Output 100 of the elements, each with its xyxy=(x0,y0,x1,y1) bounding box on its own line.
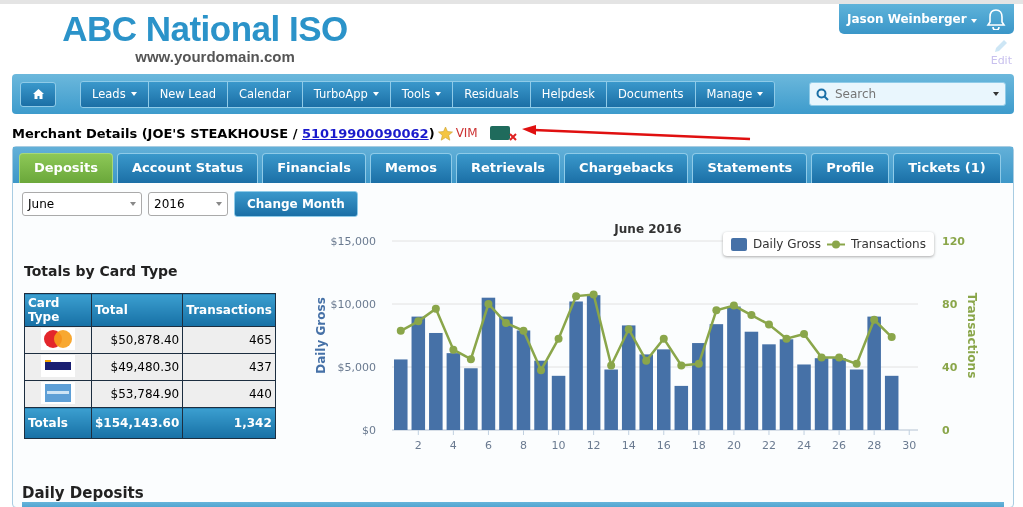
chart-bar xyxy=(674,385,689,430)
x-axis-label: 8 xyxy=(520,439,527,452)
data-point xyxy=(554,334,563,343)
vim-label: VIM xyxy=(455,126,478,140)
nav-menu-item[interactable]: TurboApp xyxy=(301,81,390,107)
data-point xyxy=(800,329,809,338)
y2-axis-label: 80 xyxy=(942,298,958,311)
table-cell: $50,878.40 xyxy=(91,326,183,354)
merchant-id-link[interactable]: 51019900090062 xyxy=(302,125,429,141)
nav-menu-item[interactable]: New Lead xyxy=(147,81,227,107)
data-point xyxy=(431,304,440,313)
data-point xyxy=(677,361,686,370)
legend-label: Transactions xyxy=(851,237,926,251)
data-point xyxy=(764,320,773,329)
column-header: Transactions xyxy=(182,293,276,327)
tab[interactable]: Tickets (1) xyxy=(893,153,1001,183)
x-axis-label: 4 xyxy=(449,439,457,452)
caret-icon xyxy=(993,92,999,96)
year-select[interactable]: 2016 xyxy=(148,192,228,216)
data-point xyxy=(782,334,791,343)
data-point xyxy=(694,359,703,368)
tab[interactable]: Financials xyxy=(262,153,366,183)
chart-bar xyxy=(464,368,478,430)
x-axis-label: 6 xyxy=(484,439,492,452)
nav-menu-item[interactable]: Manage xyxy=(694,81,775,107)
chart-bar xyxy=(394,359,408,430)
bell-icon xyxy=(986,8,1006,30)
nav-menu-item[interactable]: Calendar xyxy=(227,81,302,107)
x-axis-label: 18 xyxy=(691,439,706,452)
logo: ABC National ISO xyxy=(62,10,348,48)
user-menu[interactable]: Jason Weinberger xyxy=(839,4,1014,34)
data-point xyxy=(589,290,598,299)
y-axis-title: Daily Gross xyxy=(314,297,328,374)
y-axis-label: $0 xyxy=(362,424,376,437)
x-axis-label: 12 xyxy=(586,439,601,452)
mastercard-icon xyxy=(41,327,75,350)
home-icon xyxy=(32,89,44,99)
chart-bar xyxy=(814,358,829,430)
y2-axis-label: 40 xyxy=(942,361,958,374)
legend-label: Daily Gross xyxy=(753,237,821,251)
data-point xyxy=(449,345,458,354)
y2-axis-label: 0 xyxy=(942,424,950,437)
data-point xyxy=(396,326,405,335)
x-axis-label: 2 xyxy=(414,439,422,452)
tab[interactable]: Chargebacks xyxy=(564,153,689,183)
page-title: Merchant Details (JOE'S STEAKHOUSE / 51019900090062) xyxy=(12,125,435,141)
data-point xyxy=(414,317,423,326)
x-axis-label: 10 xyxy=(551,439,566,452)
change-month-button[interactable]: Change Month xyxy=(234,191,358,217)
tab[interactable]: Memos xyxy=(369,153,452,183)
data-point xyxy=(484,300,493,308)
nav-menu-item[interactable]: Residuals xyxy=(452,81,530,107)
chart-bar xyxy=(551,375,566,430)
data-point xyxy=(729,301,738,310)
data-point xyxy=(712,306,721,315)
amex-card-icon xyxy=(41,381,75,404)
totals-cell: Totals xyxy=(24,407,92,439)
data-point xyxy=(537,366,546,375)
x-axis-label: 22 xyxy=(761,439,776,452)
visa-card-icon xyxy=(41,354,75,377)
domain-text: www.yourdomain.com xyxy=(135,48,295,65)
tab[interactable]: Profile xyxy=(811,153,890,183)
nav-menu-item[interactable]: Documents xyxy=(606,81,695,107)
tab[interactable]: Retrievals xyxy=(455,153,561,183)
data-point xyxy=(624,325,633,334)
x-axis-label: 14 xyxy=(621,439,636,452)
y2-axis-title: Transactions xyxy=(965,292,979,379)
column-header: Total xyxy=(91,293,183,327)
section-title: Totals by Card Type xyxy=(24,263,179,279)
nav-menu-item[interactable]: Helpdesk xyxy=(529,81,606,107)
tab[interactable]: Statements xyxy=(692,153,808,183)
nav-menu-item[interactable]: Tools xyxy=(389,81,453,107)
table-cell: $53,784.90 xyxy=(91,380,183,408)
table-cell: $49,480.30 xyxy=(91,353,183,381)
month-select[interactable]: June xyxy=(22,192,142,216)
pencil-icon xyxy=(993,38,1010,54)
x-axis-label: 26 xyxy=(832,439,847,452)
tab[interactable]: Deposits xyxy=(19,153,113,183)
table-cell: 465 xyxy=(182,326,276,354)
compliance-status-icon xyxy=(488,124,519,142)
column-header: Card Type xyxy=(24,293,92,327)
chart-bar xyxy=(849,369,864,430)
nav-menu-item[interactable]: Leads xyxy=(81,81,148,107)
data-point xyxy=(501,318,510,327)
data-point xyxy=(607,361,616,370)
home-button[interactable] xyxy=(20,81,56,107)
x-axis-label: 16 xyxy=(656,439,671,452)
x-axis-label: 30 xyxy=(902,439,917,452)
search-field[interactable]: Search xyxy=(809,82,1006,106)
y-axis-label: $10,000 xyxy=(330,298,376,311)
chart-bar xyxy=(534,360,548,430)
tab[interactable]: Account Status xyxy=(117,153,259,183)
y2-axis-label: 120 xyxy=(942,235,965,248)
search-icon xyxy=(816,88,829,101)
totals-cell: 1,342 xyxy=(182,407,276,439)
x-axis-label: 20 xyxy=(726,439,741,452)
x-axis-label: 28 xyxy=(867,439,882,452)
data-point xyxy=(870,315,879,324)
y-axis-label: $15,000 xyxy=(330,235,376,248)
chart-bar xyxy=(797,364,811,430)
